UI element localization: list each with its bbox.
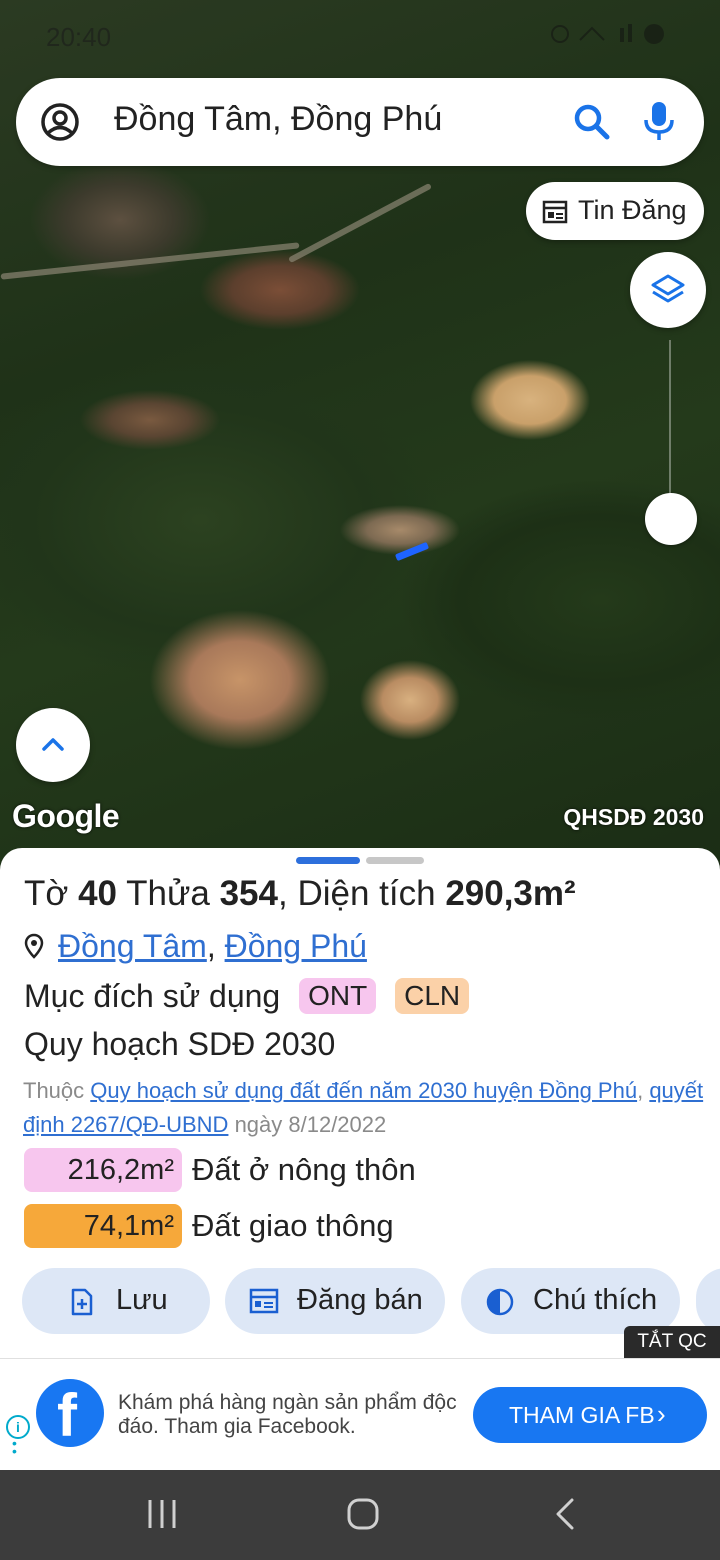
ad-cta-button[interactable]: THAM GIA FB ›: [473, 1387, 707, 1443]
home-icon[interactable]: [346, 1496, 380, 1532]
parcel-number: 354: [219, 874, 278, 913]
post-sale-button[interactable]: Đăng bán: [225, 1268, 445, 1334]
opacity-slider-handle[interactable]: [645, 493, 697, 545]
system-nav-bar: [0, 1470, 720, 1560]
commune-link[interactable]: Đồng Tâm: [58, 928, 207, 964]
close-ad-button[interactable]: TẮT QC: [624, 1326, 720, 1358]
parcel-info-sheet: Tờ 40 Thửa 354, Diện tích 290,3m² Đồng T…: [0, 848, 720, 1358]
parcel-label: Thửa: [126, 874, 210, 913]
search-icon[interactable]: [572, 102, 612, 142]
layer-name: QHSDĐ 2030: [563, 804, 704, 830]
account-icon[interactable]: [40, 102, 80, 142]
land-use-label: Mục đích sử dụng: [24, 978, 281, 1014]
sheet-label: Tờ: [24, 874, 69, 913]
facebook-logo-icon: f: [36, 1379, 104, 1449]
legend-label: Chú thích: [533, 1284, 658, 1316]
area-breakdown-label: Đất giao thông: [192, 1208, 394, 1243]
plan-source: Thuộc Quy hoạch sử dụng đất đến năm 2030…: [23, 1078, 704, 1137]
expand-up-button[interactable]: [16, 708, 90, 782]
listings-label: Tin Đăng: [578, 195, 687, 225]
plan-document-link[interactable]: Quy hoạch sử dụng đất đến năm 2030 huyện…: [90, 1078, 637, 1103]
save-button[interactable]: Lưu: [22, 1268, 210, 1334]
microphone-icon[interactable]: [642, 100, 676, 142]
ad-cta-label: THAM GIA FB: [509, 1402, 655, 1428]
area-breakdown-label: Đất ở nông thôn: [192, 1152, 416, 1187]
listings-button[interactable]: Tin Đăng: [526, 182, 704, 240]
layers-icon: [651, 274, 685, 303]
google-logo: Google: [12, 798, 120, 834]
contrast-icon: [486, 1288, 514, 1316]
area-breakdown-value: 74,1m²: [24, 1204, 182, 1248]
parcel-summary: Tờ 40 Thửa 354, Diện tích 290,3m²: [24, 874, 576, 913]
sheet-handle-inactive[interactable]: [366, 857, 424, 864]
land-use-badge-cln: CLN: [395, 978, 470, 1014]
chevron-right-icon: ›: [657, 1399, 666, 1429]
area-breakdown-value: 216,2m²: [24, 1148, 182, 1192]
decision-date: ngày 8/12/2022: [234, 1112, 387, 1137]
selected-parcel-marker[interactable]: [394, 541, 430, 562]
add-file-icon: [71, 1288, 93, 1316]
plan-title: Quy hoạch SDĐ 2030: [24, 1026, 336, 1062]
legend-button[interactable]: Chú thích: [461, 1268, 680, 1334]
location-pin-icon: [24, 933, 44, 959]
parcel-location: Đồng Tâm, Đồng Phú: [24, 928, 367, 965]
listing-icon: [249, 1288, 279, 1314]
land-use-badge-ont: ONT: [299, 978, 377, 1014]
area-label: Diện tích: [297, 874, 436, 913]
search-input[interactable]: Đồng Tâm, Đồng Phú: [114, 100, 442, 139]
listings-icon: [542, 200, 568, 224]
sheet-number: 40: [78, 874, 118, 913]
status-icons: [550, 22, 670, 53]
area-value: 290,3m²: [445, 874, 576, 913]
map-road: [0, 242, 300, 280]
map-road: [287, 182, 433, 264]
chevron-up-icon: [42, 738, 64, 751]
back-icon[interactable]: [552, 1496, 576, 1532]
sheet-handle-active[interactable]: [296, 857, 360, 864]
land-use-row: Mục đích sử dụng ONT CLN: [24, 978, 470, 1015]
post-sale-label: Đăng bán: [297, 1284, 423, 1316]
ad-options-icon[interactable]: • •: [12, 1436, 17, 1458]
search-bar[interactable]: Đồng Tâm, Đồng Phú: [16, 78, 704, 166]
ad-banner[interactable]: i • • f Khám phá hàng ngàn sản phẩm độc đ…: [0, 1358, 720, 1471]
plan-source-prefix: Thuộc: [23, 1078, 85, 1103]
district-link[interactable]: Đồng Phú: [225, 928, 367, 964]
status-icons-svg: [551, 24, 664, 44]
ad-text: Khám phá hàng ngàn sản phẩm độc đáo. Tha…: [118, 1391, 457, 1438]
more-action-button[interactable]: [696, 1268, 720, 1334]
opacity-slider-track[interactable]: [669, 340, 671, 510]
save-label: Lưu: [116, 1284, 168, 1316]
layers-button[interactable]: [630, 252, 706, 328]
status-time: 20:40: [46, 22, 112, 52]
ad-info-icon[interactable]: i: [6, 1415, 30, 1439]
recent-apps-icon[interactable]: [146, 1496, 178, 1532]
